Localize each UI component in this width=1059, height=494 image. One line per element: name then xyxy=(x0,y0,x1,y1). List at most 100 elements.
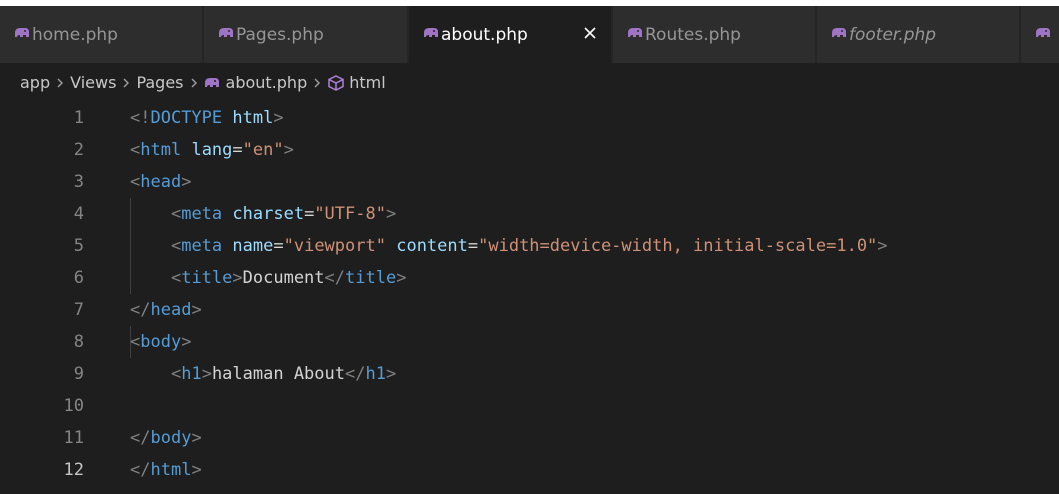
code-token: > xyxy=(396,268,407,288)
code-token: < xyxy=(130,332,141,352)
code-token: > xyxy=(191,300,202,320)
code-line[interactable]: 2 <html lang="en"> xyxy=(0,134,1059,166)
code-text: <title>Document</title> xyxy=(130,262,407,294)
code-token: > xyxy=(181,332,192,352)
code-token: "en" xyxy=(242,140,284,160)
code-text: </html> xyxy=(130,454,202,486)
breadcrumb-item-symbol[interactable]: html xyxy=(327,73,386,92)
breadcrumb-item-app[interactable]: app xyxy=(20,73,50,92)
code-token: < xyxy=(170,236,182,256)
breadcrumb-item-views[interactable]: Views xyxy=(70,73,116,92)
line-number: 5 xyxy=(73,236,84,256)
code-token: html xyxy=(140,140,182,160)
code-line[interactable]: 4 <meta charset="UTF-8"> xyxy=(0,198,1059,230)
code-editor[interactable]: 1 <!DOCTYPE html> 2 <html lang="en"> 3 <head>… xyxy=(0,102,1059,494)
code-token: > xyxy=(181,172,192,192)
php-elephant-icon xyxy=(1036,28,1050,37)
code-token: Document xyxy=(242,268,325,288)
code-token: < xyxy=(130,172,141,192)
editor-tab-bar: home.php Pages.php about.php Routes.php … xyxy=(0,6,1059,63)
code-token: > xyxy=(283,140,294,160)
tab-pages-php[interactable]: Pages.php xyxy=(204,6,407,63)
code-line[interactable]: 5 <meta name="viewport" content="width=d… xyxy=(0,230,1059,262)
code-line[interactable]: 12 </html> xyxy=(0,454,1059,486)
code-token: < xyxy=(170,204,182,224)
tab-about-php[interactable]: about.php xyxy=(409,6,611,63)
code-line[interactable]: 3 <head> xyxy=(0,166,1059,198)
code-line[interactable]: 11 </body> xyxy=(0,422,1059,454)
code-token: < xyxy=(130,140,141,160)
tab-footer-php[interactable]: footer.php xyxy=(817,6,1019,63)
php-elephant-icon xyxy=(15,28,29,37)
code-text: </body> xyxy=(130,422,202,454)
code-text: <head> xyxy=(130,166,191,198)
code-token: lang xyxy=(191,140,233,160)
code-token: </ xyxy=(345,364,366,384)
code-token: = xyxy=(232,140,243,160)
line-number: 2 xyxy=(73,140,84,160)
code-token: <! xyxy=(130,108,151,128)
tab-overflow[interactable] xyxy=(1021,6,1059,63)
code-token: > xyxy=(191,460,202,480)
tab-home-php[interactable]: home.php xyxy=(0,6,202,63)
code-token: > xyxy=(273,108,284,128)
code-token: title xyxy=(345,268,397,288)
code-token: charset xyxy=(232,204,305,224)
code-token: </ xyxy=(324,268,346,288)
code-token: h1 xyxy=(181,364,202,384)
line-number: 3 xyxy=(73,172,84,192)
chevron-right-icon xyxy=(184,77,204,89)
code-token: html xyxy=(150,460,192,480)
code-token: "viewport" xyxy=(283,236,386,256)
code-token: < xyxy=(170,268,182,288)
tab-label: footer.php xyxy=(849,24,937,45)
code-line[interactable]: 1 <!DOCTYPE html> xyxy=(0,102,1059,134)
cube-icon xyxy=(328,74,344,91)
code-token: > xyxy=(877,236,888,256)
chevron-right-icon xyxy=(50,77,70,89)
breadcrumb-item-pages[interactable]: Pages xyxy=(136,73,183,92)
code-line[interactable]: 10 xyxy=(0,390,1059,422)
close-icon[interactable] xyxy=(579,22,601,44)
code-token: h1 xyxy=(365,364,386,384)
tab-label: Pages.php xyxy=(236,24,324,45)
code-token: meta xyxy=(181,236,223,256)
code-token: body xyxy=(150,428,192,448)
code-token: "width=device-width, initial-scale=1.0" xyxy=(478,236,878,256)
code-token: title xyxy=(181,268,233,288)
code-token: DOCTYPE xyxy=(150,108,223,128)
tab-routes-php[interactable]: Routes.php xyxy=(613,6,815,63)
code-text: <!DOCTYPE html> xyxy=(130,102,284,134)
php-elephant-icon xyxy=(832,28,846,37)
chevron-right-icon xyxy=(116,77,136,89)
code-token: = xyxy=(304,204,315,224)
code-line[interactable]: 8 <body> xyxy=(0,326,1059,358)
line-number: 4 xyxy=(73,204,84,224)
code-line[interactable]: 7 </head> xyxy=(0,294,1059,326)
code-token: name xyxy=(232,236,274,256)
tab-label: about.php xyxy=(441,24,528,45)
code-token: </ xyxy=(130,300,151,320)
code-line[interactable]: 9 <h1>halaman About</h1> xyxy=(0,358,1059,390)
php-elephant-icon xyxy=(204,77,219,87)
code-token: content xyxy=(396,236,468,256)
code-line[interactable]: 6 <title>Document</title> xyxy=(0,262,1059,294)
line-number: 6 xyxy=(73,268,84,288)
code-token: > xyxy=(385,364,397,384)
breadcrumb-item-file[interactable]: about.php xyxy=(204,73,307,92)
code-token: = xyxy=(467,236,479,256)
line-number: 8 xyxy=(73,332,84,352)
php-elephant-icon xyxy=(424,28,438,37)
code-text: <h1>halaman About</h1> xyxy=(130,358,396,390)
code-token: > xyxy=(385,204,397,224)
line-number: 9 xyxy=(73,364,84,384)
php-elephant-icon xyxy=(219,28,233,37)
